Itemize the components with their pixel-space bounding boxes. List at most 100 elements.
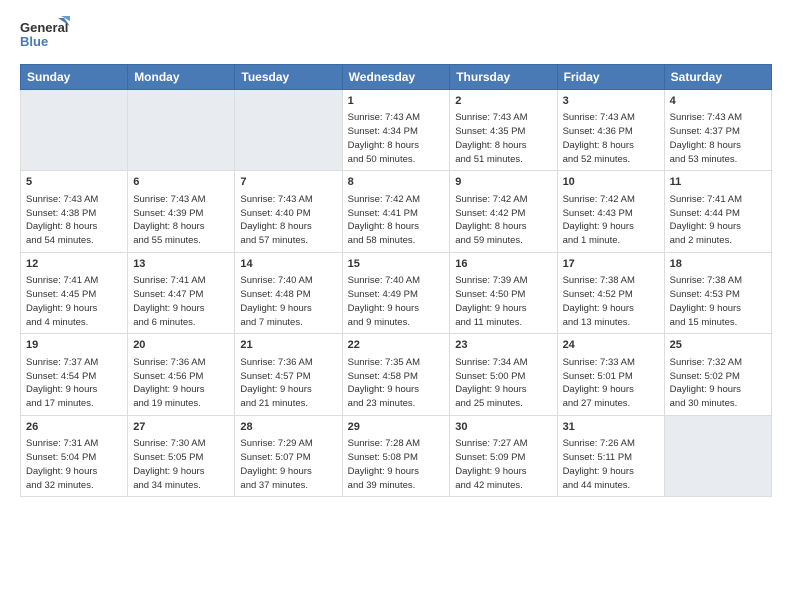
weekday-header-thursday: Thursday <box>450 65 557 90</box>
day-info: Sunrise: 7:36 AM Sunset: 4:57 PM Dayligh… <box>240 356 336 411</box>
calendar-cell: 25Sunrise: 7:32 AM Sunset: 5:02 PM Dayli… <box>664 334 771 415</box>
calendar-week-row: 12 Sunrise: 7:41 AM Sunset: 4:45 PM Dayli… <box>21 252 772 333</box>
calendar-cell: 9 Sunrise: 7:42 AM Sunset: 4:42 PM Daylig… <box>450 171 557 252</box>
calendar-cell: 20Sunrise: 7:36 AM Sunset: 4:56 PM Dayli… <box>128 334 235 415</box>
logo: GeneralBlue <box>20 16 70 56</box>
day-info: Sunrise: 7:42 AM Sunset: 4:41 PM Dayligh… <box>348 193 445 248</box>
day-info: Sunrise: 7:31 AM Sunset: 5:04 PM Dayligh… <box>26 437 122 492</box>
svg-text:Blue: Blue <box>20 34 48 49</box>
calendar-week-row: 5 Sunrise: 7:43 AM Sunset: 4:38 PM Daylig… <box>21 171 772 252</box>
calendar-table: SundayMondayTuesdayWednesdayThursdayFrid… <box>20 64 772 497</box>
day-number: 18 <box>670 257 766 272</box>
day-info: Sunrise: 7:41 AM Sunset: 4:44 PM Dayligh… <box>670 193 766 248</box>
day-info: Sunrise: 7:33 AM Sunset: 5:01 PM Dayligh… <box>563 356 659 411</box>
weekday-header-saturday: Saturday <box>664 65 771 90</box>
calendar-cell <box>664 415 771 496</box>
day-number: 26 <box>26 420 122 435</box>
day-number: 30 <box>455 420 551 435</box>
day-number: 9 <box>455 175 551 190</box>
weekday-header-wednesday: Wednesday <box>342 65 450 90</box>
calendar-cell: 17 Sunrise: 7:38 AM Sunset: 4:52 PM Dayli… <box>557 252 664 333</box>
calendar-header-row: SundayMondayTuesdayWednesdayThursdayFrid… <box>21 65 772 90</box>
calendar-cell: 27 Sunrise: 7:30 AM Sunset: 5:05 PM Dayli… <box>128 415 235 496</box>
day-info: Sunrise: 7:43 AM Sunset: 4:37 PM Dayligh… <box>670 111 766 166</box>
day-number: 20 <box>133 338 229 353</box>
calendar-cell: 13 Sunrise: 7:41 AM Sunset: 4:47 PM Dayli… <box>128 252 235 333</box>
day-number: 22 <box>348 338 445 353</box>
page-header: GeneralBlue <box>20 16 772 56</box>
svg-text:General: General <box>20 20 68 35</box>
calendar-cell: 3 Sunrise: 7:43 AM Sunset: 4:36 PM Daylig… <box>557 90 664 171</box>
calendar-cell: 4 Sunrise: 7:43 AM Sunset: 4:37 PM Daylig… <box>664 90 771 171</box>
calendar-cell <box>128 90 235 171</box>
day-info: Sunrise: 7:39 AM Sunset: 4:50 PM Dayligh… <box>455 274 551 329</box>
day-info: Sunrise: 7:27 AM Sunset: 5:09 PM Dayligh… <box>455 437 551 492</box>
calendar-cell: 18Sunrise: 7:38 AM Sunset: 4:53 PM Dayli… <box>664 252 771 333</box>
day-info: Sunrise: 7:43 AM Sunset: 4:36 PM Dayligh… <box>563 111 659 166</box>
day-number: 16 <box>455 257 551 272</box>
day-info: Sunrise: 7:43 AM Sunset: 4:35 PM Dayligh… <box>455 111 551 166</box>
day-number: 4 <box>670 94 766 109</box>
calendar-cell: 2 Sunrise: 7:43 AM Sunset: 4:35 PM Daylig… <box>450 90 557 171</box>
day-number: 15 <box>348 257 445 272</box>
calendar-cell: 8 Sunrise: 7:42 AM Sunset: 4:41 PM Daylig… <box>342 171 450 252</box>
calendar-cell: 19 Sunrise: 7:37 AM Sunset: 4:54 PM Dayli… <box>21 334 128 415</box>
day-number: 2 <box>455 94 551 109</box>
weekday-header-tuesday: Tuesday <box>235 65 342 90</box>
day-info: Sunrise: 7:41 AM Sunset: 4:47 PM Dayligh… <box>133 274 229 329</box>
calendar-week-row: 26 Sunrise: 7:31 AM Sunset: 5:04 PM Dayli… <box>21 415 772 496</box>
calendar-cell <box>235 90 342 171</box>
day-info: Sunrise: 7:35 AM Sunset: 4:58 PM Dayligh… <box>348 356 445 411</box>
day-number: 21 <box>240 338 336 353</box>
calendar-cell: 11 Sunrise: 7:41 AM Sunset: 4:44 PM Dayli… <box>664 171 771 252</box>
day-info: Sunrise: 7:30 AM Sunset: 5:05 PM Dayligh… <box>133 437 229 492</box>
day-info: Sunrise: 7:42 AM Sunset: 4:42 PM Dayligh… <box>455 193 551 248</box>
day-info: Sunrise: 7:38 AM Sunset: 4:52 PM Dayligh… <box>563 274 659 329</box>
calendar-cell: 31Sunrise: 7:26 AM Sunset: 5:11 PM Dayli… <box>557 415 664 496</box>
day-number: 14 <box>240 257 336 272</box>
weekday-header-friday: Friday <box>557 65 664 90</box>
day-number: 8 <box>348 175 445 190</box>
day-number: 10 <box>563 175 659 190</box>
day-info: Sunrise: 7:40 AM Sunset: 4:48 PM Dayligh… <box>240 274 336 329</box>
day-number: 11 <box>670 175 766 190</box>
calendar-cell: 26 Sunrise: 7:31 AM Sunset: 5:04 PM Dayli… <box>21 415 128 496</box>
calendar-week-row: 19 Sunrise: 7:37 AM Sunset: 4:54 PM Dayli… <box>21 334 772 415</box>
day-number: 17 <box>563 257 659 272</box>
calendar-cell: 30 Sunrise: 7:27 AM Sunset: 5:09 PM Dayli… <box>450 415 557 496</box>
day-info: Sunrise: 7:37 AM Sunset: 4:54 PM Dayligh… <box>26 356 122 411</box>
calendar-cell: 14 Sunrise: 7:40 AM Sunset: 4:48 PM Dayli… <box>235 252 342 333</box>
day-info: Sunrise: 7:43 AM Sunset: 4:38 PM Dayligh… <box>26 193 122 248</box>
calendar-cell: 15 Sunrise: 7:40 AM Sunset: 4:49 PM Dayli… <box>342 252 450 333</box>
calendar-cell: 16 Sunrise: 7:39 AM Sunset: 4:50 PM Dayli… <box>450 252 557 333</box>
day-info: Sunrise: 7:43 AM Sunset: 4:34 PM Dayligh… <box>348 111 445 166</box>
weekday-header-sunday: Sunday <box>21 65 128 90</box>
day-info: Sunrise: 7:40 AM Sunset: 4:49 PM Dayligh… <box>348 274 445 329</box>
logo-icon: GeneralBlue <box>20 16 70 56</box>
day-info: Sunrise: 7:28 AM Sunset: 5:08 PM Dayligh… <box>348 437 445 492</box>
day-number: 12 <box>26 257 122 272</box>
day-info: Sunrise: 7:43 AM Sunset: 4:40 PM Dayligh… <box>240 193 336 248</box>
day-number: 13 <box>133 257 229 272</box>
day-number: 7 <box>240 175 336 190</box>
day-number: 1 <box>348 94 445 109</box>
day-info: Sunrise: 7:26 AM Sunset: 5:11 PM Dayligh… <box>563 437 659 492</box>
day-number: 3 <box>563 94 659 109</box>
day-number: 27 <box>133 420 229 435</box>
day-number: 5 <box>26 175 122 190</box>
day-number: 6 <box>133 175 229 190</box>
day-info: Sunrise: 7:41 AM Sunset: 4:45 PM Dayligh… <box>26 274 122 329</box>
weekday-header-monday: Monday <box>128 65 235 90</box>
day-number: 28 <box>240 420 336 435</box>
calendar-cell: 12 Sunrise: 7:41 AM Sunset: 4:45 PM Dayli… <box>21 252 128 333</box>
calendar-cell: 21 Sunrise: 7:36 AM Sunset: 4:57 PM Dayli… <box>235 334 342 415</box>
calendar-cell: 1 Sunrise: 7:43 AM Sunset: 4:34 PM Daylig… <box>342 90 450 171</box>
calendar-cell: 7 Sunrise: 7:43 AM Sunset: 4:40 PM Daylig… <box>235 171 342 252</box>
calendar-cell: 22 Sunrise: 7:35 AM Sunset: 4:58 PM Dayli… <box>342 334 450 415</box>
day-number: 24 <box>563 338 659 353</box>
day-number: 19 <box>26 338 122 353</box>
day-info: Sunrise: 7:29 AM Sunset: 5:07 PM Dayligh… <box>240 437 336 492</box>
calendar-cell <box>21 90 128 171</box>
day-number: 29 <box>348 420 445 435</box>
day-number: 23 <box>455 338 551 353</box>
